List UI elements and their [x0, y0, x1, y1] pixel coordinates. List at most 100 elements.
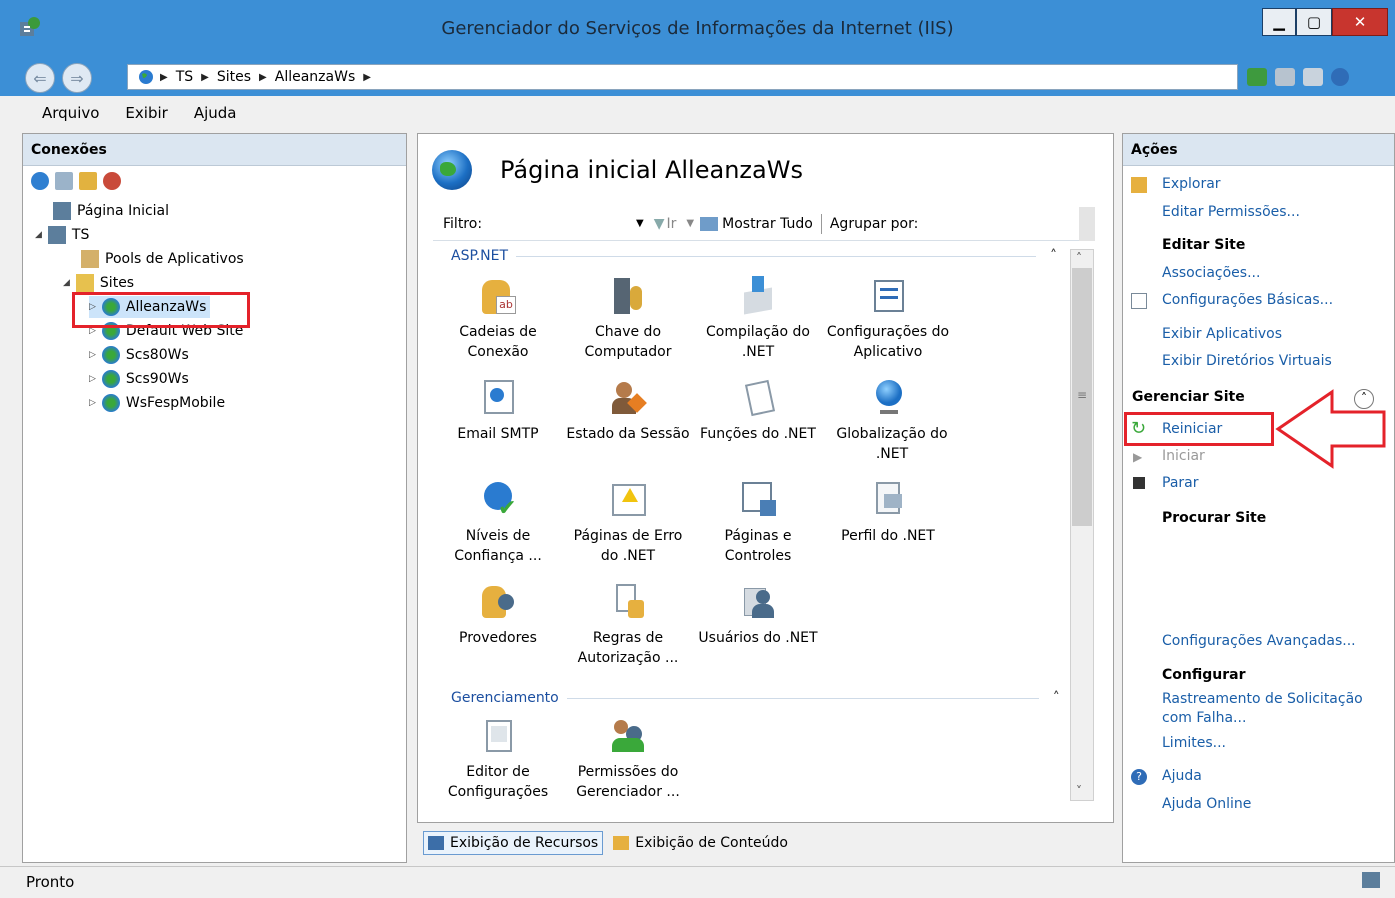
globe-icon — [432, 150, 472, 190]
group-by-dropdown[interactable]: Agrupar por: — [830, 216, 918, 232]
tree-node-server[interactable]: ◢ TS — [35, 224, 89, 246]
address-breadcrumb[interactable]: ▶ TS ▶ Sites ▶ AlleanzaWs ▶ — [127, 64, 1238, 90]
action-explore[interactable]: Explorar — [1162, 176, 1221, 192]
scroll-up-icon[interactable]: ˄ — [1076, 251, 1082, 265]
go-dropdown-icon[interactable]: ▼ — [686, 218, 694, 229]
action-limits[interactable]: Limites... — [1162, 735, 1226, 751]
group-label: Gerenciamento — [451, 690, 559, 706]
connect-icon[interactable] — [31, 172, 49, 190]
breadcrumb-server[interactable]: TS — [176, 69, 193, 85]
breadcrumb-chevron-icon: ▶ — [201, 71, 209, 83]
show-all-button[interactable]: Mostrar Tudo — [722, 216, 813, 232]
action-bindings[interactable]: Associações... — [1162, 265, 1260, 281]
feature-label: Configurações do Aplicativo — [826, 324, 950, 360]
save-icon[interactable] — [55, 172, 73, 190]
tree-node-sites[interactable]: ◢ Sites — [63, 272, 134, 294]
group-management[interactable]: Gerenciamento ˄ — [451, 690, 1061, 706]
feature-net-error-pages[interactable]: Páginas de Erro do .NET — [563, 480, 693, 566]
features-view-icon — [428, 836, 444, 850]
action-failed-request-tracing[interactable]: Rastreamento de Solicitação com Falha... — [1162, 690, 1382, 728]
feature-trust-levels[interactable]: ✔ Níveis de Confiança ... — [433, 480, 563, 566]
authorization-icon — [608, 582, 648, 622]
status-bar: Pronto — [0, 866, 1395, 898]
maximize-button[interactable]: ▢ — [1296, 8, 1332, 36]
feature-providers[interactable]: Provedores — [433, 582, 563, 648]
menu-file[interactable]: Arquivo — [42, 104, 99, 122]
feature-configuration-editor[interactable]: Editor de Configurações — [433, 716, 563, 802]
feature-net-globalization[interactable]: Globalização do .NET — [823, 378, 953, 464]
close-button[interactable]: ✕ — [1332, 8, 1388, 36]
section-edit-site: Editar Site — [1162, 237, 1246, 253]
breadcrumb-sites[interactable]: Sites — [217, 69, 251, 85]
menu-view[interactable]: Exibir — [125, 104, 167, 122]
help-icon[interactable] — [1331, 68, 1349, 86]
tree-node-site[interactable]: ▷ Scs90Ws — [89, 368, 189, 390]
feature-net-roles[interactable]: Funções do .NET — [693, 378, 823, 444]
action-advanced-settings[interactable]: Configurações Avançadas... — [1162, 633, 1356, 649]
connections-toolbar — [23, 166, 406, 196]
collapse-chevron-icon[interactable]: ˄ — [1050, 248, 1057, 264]
go-filter-icon: ▼ — [653, 215, 665, 232]
disconnect-icon[interactable] — [103, 172, 121, 190]
tree-node-site[interactable]: ▷ Scs80Ws — [89, 344, 189, 366]
go-button[interactable]: Ir — [667, 216, 677, 232]
scroll-grip-icon: ≡ — [1077, 388, 1088, 402]
tab-label: Exibição de Conteúdo — [635, 835, 788, 851]
action-edit-permissions[interactable]: Editar Permissões... — [1162, 204, 1300, 220]
scroll-down-icon[interactable]: ˅ — [1076, 784, 1082, 798]
action-help[interactable]: Ajuda — [1162, 768, 1202, 784]
feature-app-settings[interactable]: Configurações do Aplicativo — [823, 276, 953, 362]
breadcrumb-site[interactable]: AlleanzaWs — [275, 69, 356, 85]
tab-content-view[interactable]: Exibição de Conteúdo — [609, 831, 792, 855]
feature-machine-key[interactable]: Chave do Computador — [563, 276, 693, 362]
section-browse-site: Procurar Site — [1162, 510, 1267, 526]
feature-label: Páginas de Erro do .NET — [573, 528, 683, 564]
forward-button[interactable]: ⇒ — [62, 63, 92, 93]
feature-label: Perfil do .NET — [841, 528, 935, 544]
feature-net-users[interactable]: Usuários do .NET — [693, 582, 823, 648]
feature-label: Funções do .NET — [700, 426, 816, 442]
feature-net-profile[interactable]: Perfil do .NET — [823, 480, 953, 546]
action-basic-settings[interactable]: Configurações Básicas... — [1162, 292, 1333, 308]
feature-manager-permissions[interactable]: Permissões do Gerenciador ... — [563, 716, 693, 802]
tab-features-view[interactable]: Exibição de Recursos — [423, 831, 604, 855]
help-icon: ? — [1131, 769, 1147, 785]
filter-scroll-button[interactable] — [1079, 207, 1095, 241]
action-stop[interactable]: Parar — [1162, 475, 1198, 491]
globe-icon — [101, 346, 120, 364]
menu-help[interactable]: Ajuda — [194, 104, 237, 122]
tree-node-start-page[interactable]: Página Inicial — [53, 200, 169, 222]
tree-node-site[interactable]: ▷ WsFespMobile — [89, 392, 225, 414]
feature-authorization-rules[interactable]: Regras de Autorização ... — [563, 582, 693, 668]
group-label: ASP.NET — [451, 248, 509, 264]
annotation-highlight-box — [72, 292, 250, 328]
action-view-virtual-dirs[interactable]: Exibir Diretórios Virtuais — [1162, 353, 1332, 369]
tree-node-app-pools[interactable]: Pools de Aplicativos — [81, 248, 244, 270]
title-bar: Gerenciador do Serviços de Informações d… — [0, 0, 1395, 60]
stop-icon[interactable] — [1275, 68, 1295, 86]
section-manage-site: Gerenciar Site — [1132, 389, 1245, 405]
stop-icon — [1133, 477, 1145, 489]
up-folder-icon[interactable] — [79, 172, 97, 190]
feature-smtp-email[interactable]: Email SMTP — [433, 378, 563, 444]
expand-triangle-icon: ▷ — [89, 374, 96, 384]
tab-label: Exibição de Recursos — [450, 835, 599, 851]
home-icon[interactable] — [1303, 68, 1323, 86]
filter-dropdown-icon[interactable]: ▼ — [636, 218, 644, 229]
providers-icon — [478, 582, 518, 622]
minimize-button[interactable]: ▁ — [1262, 8, 1296, 36]
manager-permissions-icon — [608, 716, 648, 756]
group-aspnet[interactable]: ASP.NET ˄ — [451, 248, 1061, 264]
feature-session-state[interactable]: Estado da Sessão — [563, 378, 693, 444]
feature-connection-strings[interactable]: ab Cadeias de Conexão — [433, 276, 563, 362]
feature-net-compilation[interactable]: Compilação do .NET — [693, 276, 823, 362]
refresh-icon[interactable] — [1247, 68, 1267, 86]
action-start[interactable]: Iniciar — [1162, 448, 1205, 464]
feature-pages-controls[interactable]: Páginas e Controles — [693, 480, 823, 566]
action-view-applications[interactable]: Exibir Aplicativos — [1162, 326, 1282, 342]
back-button[interactable]: ⇐ — [25, 63, 55, 93]
connections-header: Conexões — [23, 134, 406, 166]
action-online-help[interactable]: Ajuda Online — [1162, 796, 1251, 812]
settings-list-icon — [868, 276, 908, 316]
collapse-chevron-icon[interactable]: ˄ — [1053, 690, 1060, 706]
